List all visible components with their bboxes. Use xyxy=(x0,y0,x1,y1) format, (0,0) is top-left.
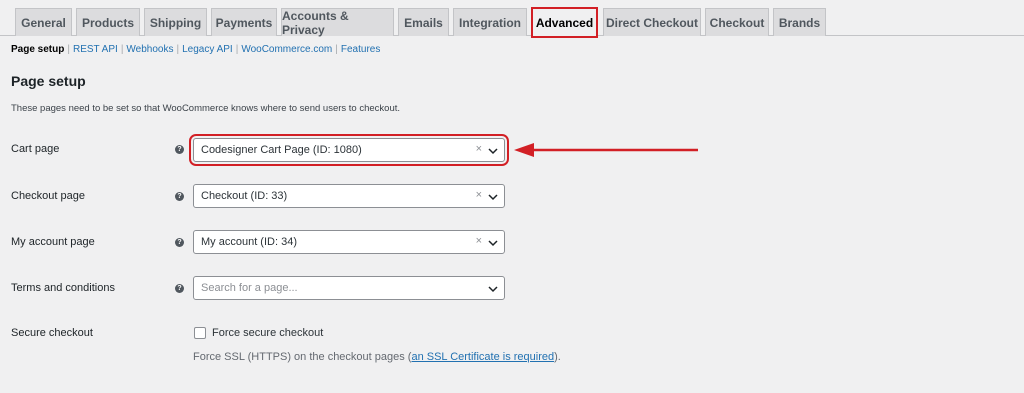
tab-payments[interactable]: Payments xyxy=(211,8,277,36)
checkout-page-value: Checkout (ID: 33) xyxy=(201,190,288,202)
tab-emails[interactable]: Emails xyxy=(398,8,449,36)
chevron-down-icon xyxy=(488,148,498,155)
subnav: Page setup | REST API | Webhooks | Legacy API |… xyxy=(11,44,380,55)
cart-page-value: Codesigner Cart Page (ID: 1080) xyxy=(201,144,362,156)
checkout-page-label: Checkout page xyxy=(11,190,85,202)
section-description: These pages need to be set so that WooCo… xyxy=(11,103,401,114)
chevron-down-icon xyxy=(488,194,498,201)
my-account-page-select[interactable]: My account (ID: 34) × xyxy=(193,230,505,254)
tab-shipping[interactable]: Shipping xyxy=(144,8,207,36)
terms-page-label: Terms and conditions xyxy=(11,282,115,294)
subnav-woocommerce-com[interactable]: WooCommerce.com xyxy=(241,44,332,55)
cart-page-select[interactable]: Codesigner Cart Page (ID: 1080) × xyxy=(189,134,509,166)
checkout-page-select[interactable]: Checkout (ID: 33) × xyxy=(193,184,505,208)
ssl-description: Force SSL (HTTPS) on the checkout pages … xyxy=(193,351,561,363)
subnav-separator: | xyxy=(176,44,180,55)
tab-general[interactable]: General xyxy=(15,8,72,36)
help-icon[interactable]: ? xyxy=(175,192,184,201)
terms-page-select[interactable]: Search for a page... xyxy=(193,276,505,300)
tab-brands[interactable]: Brands xyxy=(773,8,826,36)
ssl-description-prefix: Force SSL (HTTPS) on the checkout pages … xyxy=(193,351,412,363)
annotation-arrow xyxy=(514,143,698,157)
help-icon[interactable]: ? xyxy=(175,284,184,293)
my-account-page-label: My account page xyxy=(11,236,95,248)
subnav-separator: | xyxy=(120,44,124,55)
tab-advanced[interactable]: Advanced xyxy=(531,7,598,38)
tab-accounts-privacy[interactable]: Accounts & Privacy xyxy=(281,8,394,37)
tab-products[interactable]: Products xyxy=(76,8,140,36)
help-icon[interactable]: ? xyxy=(175,145,184,154)
help-icon[interactable]: ? xyxy=(175,238,184,247)
chevron-down-icon xyxy=(488,286,498,293)
chevron-down-icon xyxy=(488,240,498,247)
subnav-page-setup[interactable]: Page setup xyxy=(11,44,64,55)
subnav-rest-api[interactable]: REST API xyxy=(73,44,118,55)
force-secure-checkout-label[interactable]: Force secure checkout xyxy=(212,327,323,339)
secure-checkout-label: Secure checkout xyxy=(11,327,93,339)
tab-direct-checkout[interactable]: Direct Checkout xyxy=(603,8,701,36)
ssl-certificate-link[interactable]: an SSL Certificate is required xyxy=(411,351,554,363)
clear-icon[interactable]: × xyxy=(476,143,482,155)
terms-page-placeholder: Search for a page... xyxy=(201,282,298,294)
clear-icon[interactable]: × xyxy=(476,189,482,201)
clear-icon[interactable]: × xyxy=(476,235,482,247)
subnav-features[interactable]: Features xyxy=(341,44,380,55)
my-account-page-value: My account (ID: 34) xyxy=(201,236,297,248)
section-title: Page setup xyxy=(11,73,86,89)
tab-integration[interactable]: Integration xyxy=(453,8,527,36)
ssl-description-suffix: ). xyxy=(554,351,561,363)
settings-tabs: General Products Shipping Payments Accou… xyxy=(0,0,1024,38)
force-secure-checkout-checkbox[interactable] xyxy=(194,327,206,339)
subnav-legacy-api[interactable]: Legacy API xyxy=(182,44,233,55)
subnav-separator: | xyxy=(67,44,70,55)
subnav-separator: | xyxy=(235,44,239,55)
subnav-separator: | xyxy=(335,44,338,55)
subnav-webhooks[interactable]: Webhooks xyxy=(126,44,173,55)
tab-checkout[interactable]: Checkout xyxy=(705,8,769,36)
cart-page-label: Cart page xyxy=(11,143,60,155)
